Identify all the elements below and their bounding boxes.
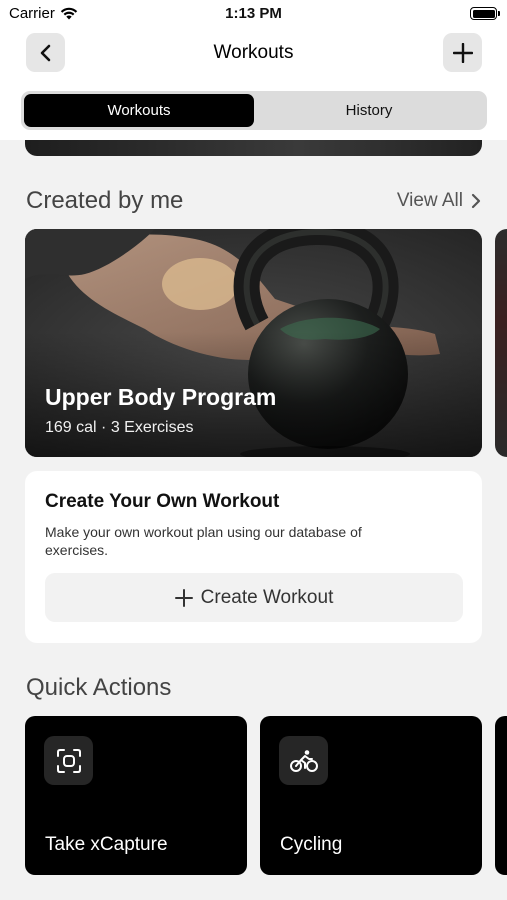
view-all-label: View All <box>396 190 463 211</box>
segmented-control: Workouts History <box>21 91 487 130</box>
section-title-created: Created by me <box>26 187 184 214</box>
quick-actions-header: Quick Actions <box>26 674 481 702</box>
create-workout-description: Make your own workout plan using our dat… <box>45 524 362 558</box>
create-workout-button-label: Create Workout <box>200 586 334 608</box>
battery-icon <box>470 7 500 20</box>
workout-card-meta: 169 cal · 3 Exercises <box>45 419 194 436</box>
create-workout-title: Create Your Own Workout <box>45 491 280 512</box>
tab-workouts[interactable]: Workouts <box>24 94 254 127</box>
status-bar: Carrier 1:13 PM <box>0 0 507 26</box>
quick-action-label: Cycling <box>280 834 343 855</box>
nav-bar: Workouts <box>0 26 507 82</box>
next-workout-card-peek[interactable] <box>495 229 507 457</box>
section-title-quick-actions: Quick Actions <box>26 674 172 701</box>
add-button[interactable] <box>443 33 482 72</box>
create-workout-button[interactable]: Create Workout <box>45 573 463 622</box>
segment-container: Workouts History <box>0 82 507 140</box>
quick-action-peek[interactable] <box>495 716 507 875</box>
previous-card-edge[interactable] <box>25 140 482 156</box>
page-title: Workouts <box>213 42 294 63</box>
workout-card[interactable]: Upper Body Program 169 cal · 3 Exercises <box>25 229 482 457</box>
created-by-me-header: Created by me View All <box>26 187 481 215</box>
create-workout-card: Create Your Own Workout Make your own wo… <box>25 471 482 643</box>
chevron-right-icon <box>471 193 481 209</box>
quick-action-label: Take xCapture <box>45 834 168 855</box>
quick-action-take-xcapture[interactable]: Take xCapture <box>25 716 247 875</box>
scan-frame-icon <box>44 736 93 785</box>
view-all-link[interactable]: View All <box>397 190 481 212</box>
plus-icon <box>452 42 473 63</box>
plus-icon <box>174 588 193 607</box>
tab-history[interactable]: History <box>254 94 484 127</box>
cycling-icon <box>279 736 328 785</box>
workout-card-title: Upper Body Program <box>45 384 277 410</box>
status-time: 1:13 PM <box>225 5 282 22</box>
quick-action-cycling[interactable]: Cycling <box>260 716 482 875</box>
